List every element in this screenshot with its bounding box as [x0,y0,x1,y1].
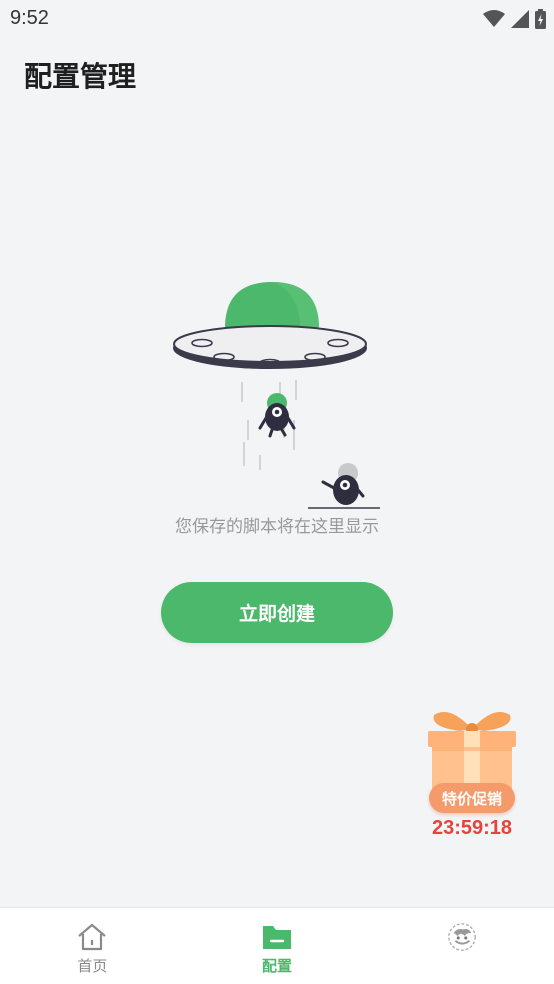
nav-item-home[interactable]: 首页 [0,908,185,984]
empty-state-message: 您保存的脚本将在这里显示 [175,517,379,537]
home-icon [76,922,108,952]
empty-state-illustration [160,270,382,520]
create-now-button[interactable]: 立即创建 [161,582,393,643]
page-title: 配置管理 [24,60,137,93]
nav-item-profile[interactable] [369,908,554,984]
nav-label-config: 配置 [262,957,293,975]
promo-countdown: 23:59:18 [431,817,513,839]
status-time: 9:52 [10,7,49,29]
folder-icon [261,922,293,952]
ufo-illustration [173,282,382,509]
signal-icon [511,10,529,28]
battery-icon [535,9,546,29]
status-bar: 9:52 [0,0,554,38]
promo-widget[interactable]: 特价促销 23:59:18 [420,705,524,845]
bottom-nav: 首页 配置 [0,907,554,984]
avatar-icon [446,922,478,952]
promo-badge[interactable]: 特价促销 [429,783,515,813]
nav-item-config[interactable]: 配置 [185,908,370,984]
nav-label-home: 首页 [77,957,108,975]
wifi-icon [483,10,505,27]
status-icons [483,8,546,30]
